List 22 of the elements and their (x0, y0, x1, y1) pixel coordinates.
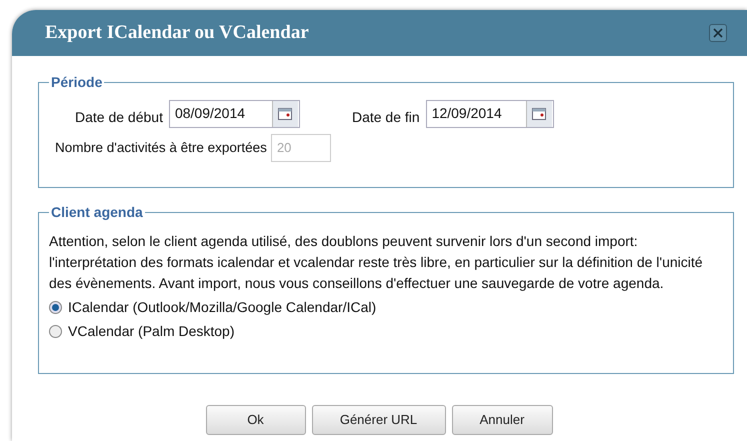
field-label: Date de début (75, 108, 163, 127)
field-label: Nombre d'activités à être exportées (55, 138, 267, 157)
field-value: 08/09/2014 (174, 104, 246, 123)
radio-button[interactable] (49, 324, 62, 338)
close-icon (713, 28, 723, 38)
radio-button[interactable] (49, 300, 62, 314)
field-label: Date de fin (352, 108, 420, 127)
dialog-button[interactable]: Ok (206, 405, 306, 435)
calendar-icon[interactable] (526, 100, 552, 126)
radio-label[interactable]: VCalendar (Palm Desktop) (68, 320, 235, 342)
notice-text: Attention, selon le client agenda utilisé, des doublons peuvent survenir lors d'un second import: l'interprétation des formats icalendar et vcalendar reste très libre, en particulier sur la définition de l'unicité des évènements. Avant import, nous vous conseillons d'effectuer une sauvegarde de votre agenda. (49, 232, 704, 293)
group-legend: Client agenda (49, 202, 145, 223)
field-value: 12/09/2014 (430, 104, 503, 123)
group-legend: Période (49, 72, 104, 93)
dialog-button[interactable]: Générer URL (312, 405, 446, 435)
date-field[interactable]: 08/09/2014 (168, 100, 300, 128)
radio-label[interactable]: ICalendar (Outlook/Mozilla/Google Calendar/ICal) (68, 296, 376, 318)
window-title: Export ICalendar ou VCalendar (45, 20, 309, 45)
dialog-button[interactable]: Annuler (452, 405, 552, 435)
date-field[interactable]: 12/09/2014 (426, 100, 554, 128)
close-button[interactable] (709, 24, 727, 42)
calendar-icon[interactable] (272, 100, 298, 126)
